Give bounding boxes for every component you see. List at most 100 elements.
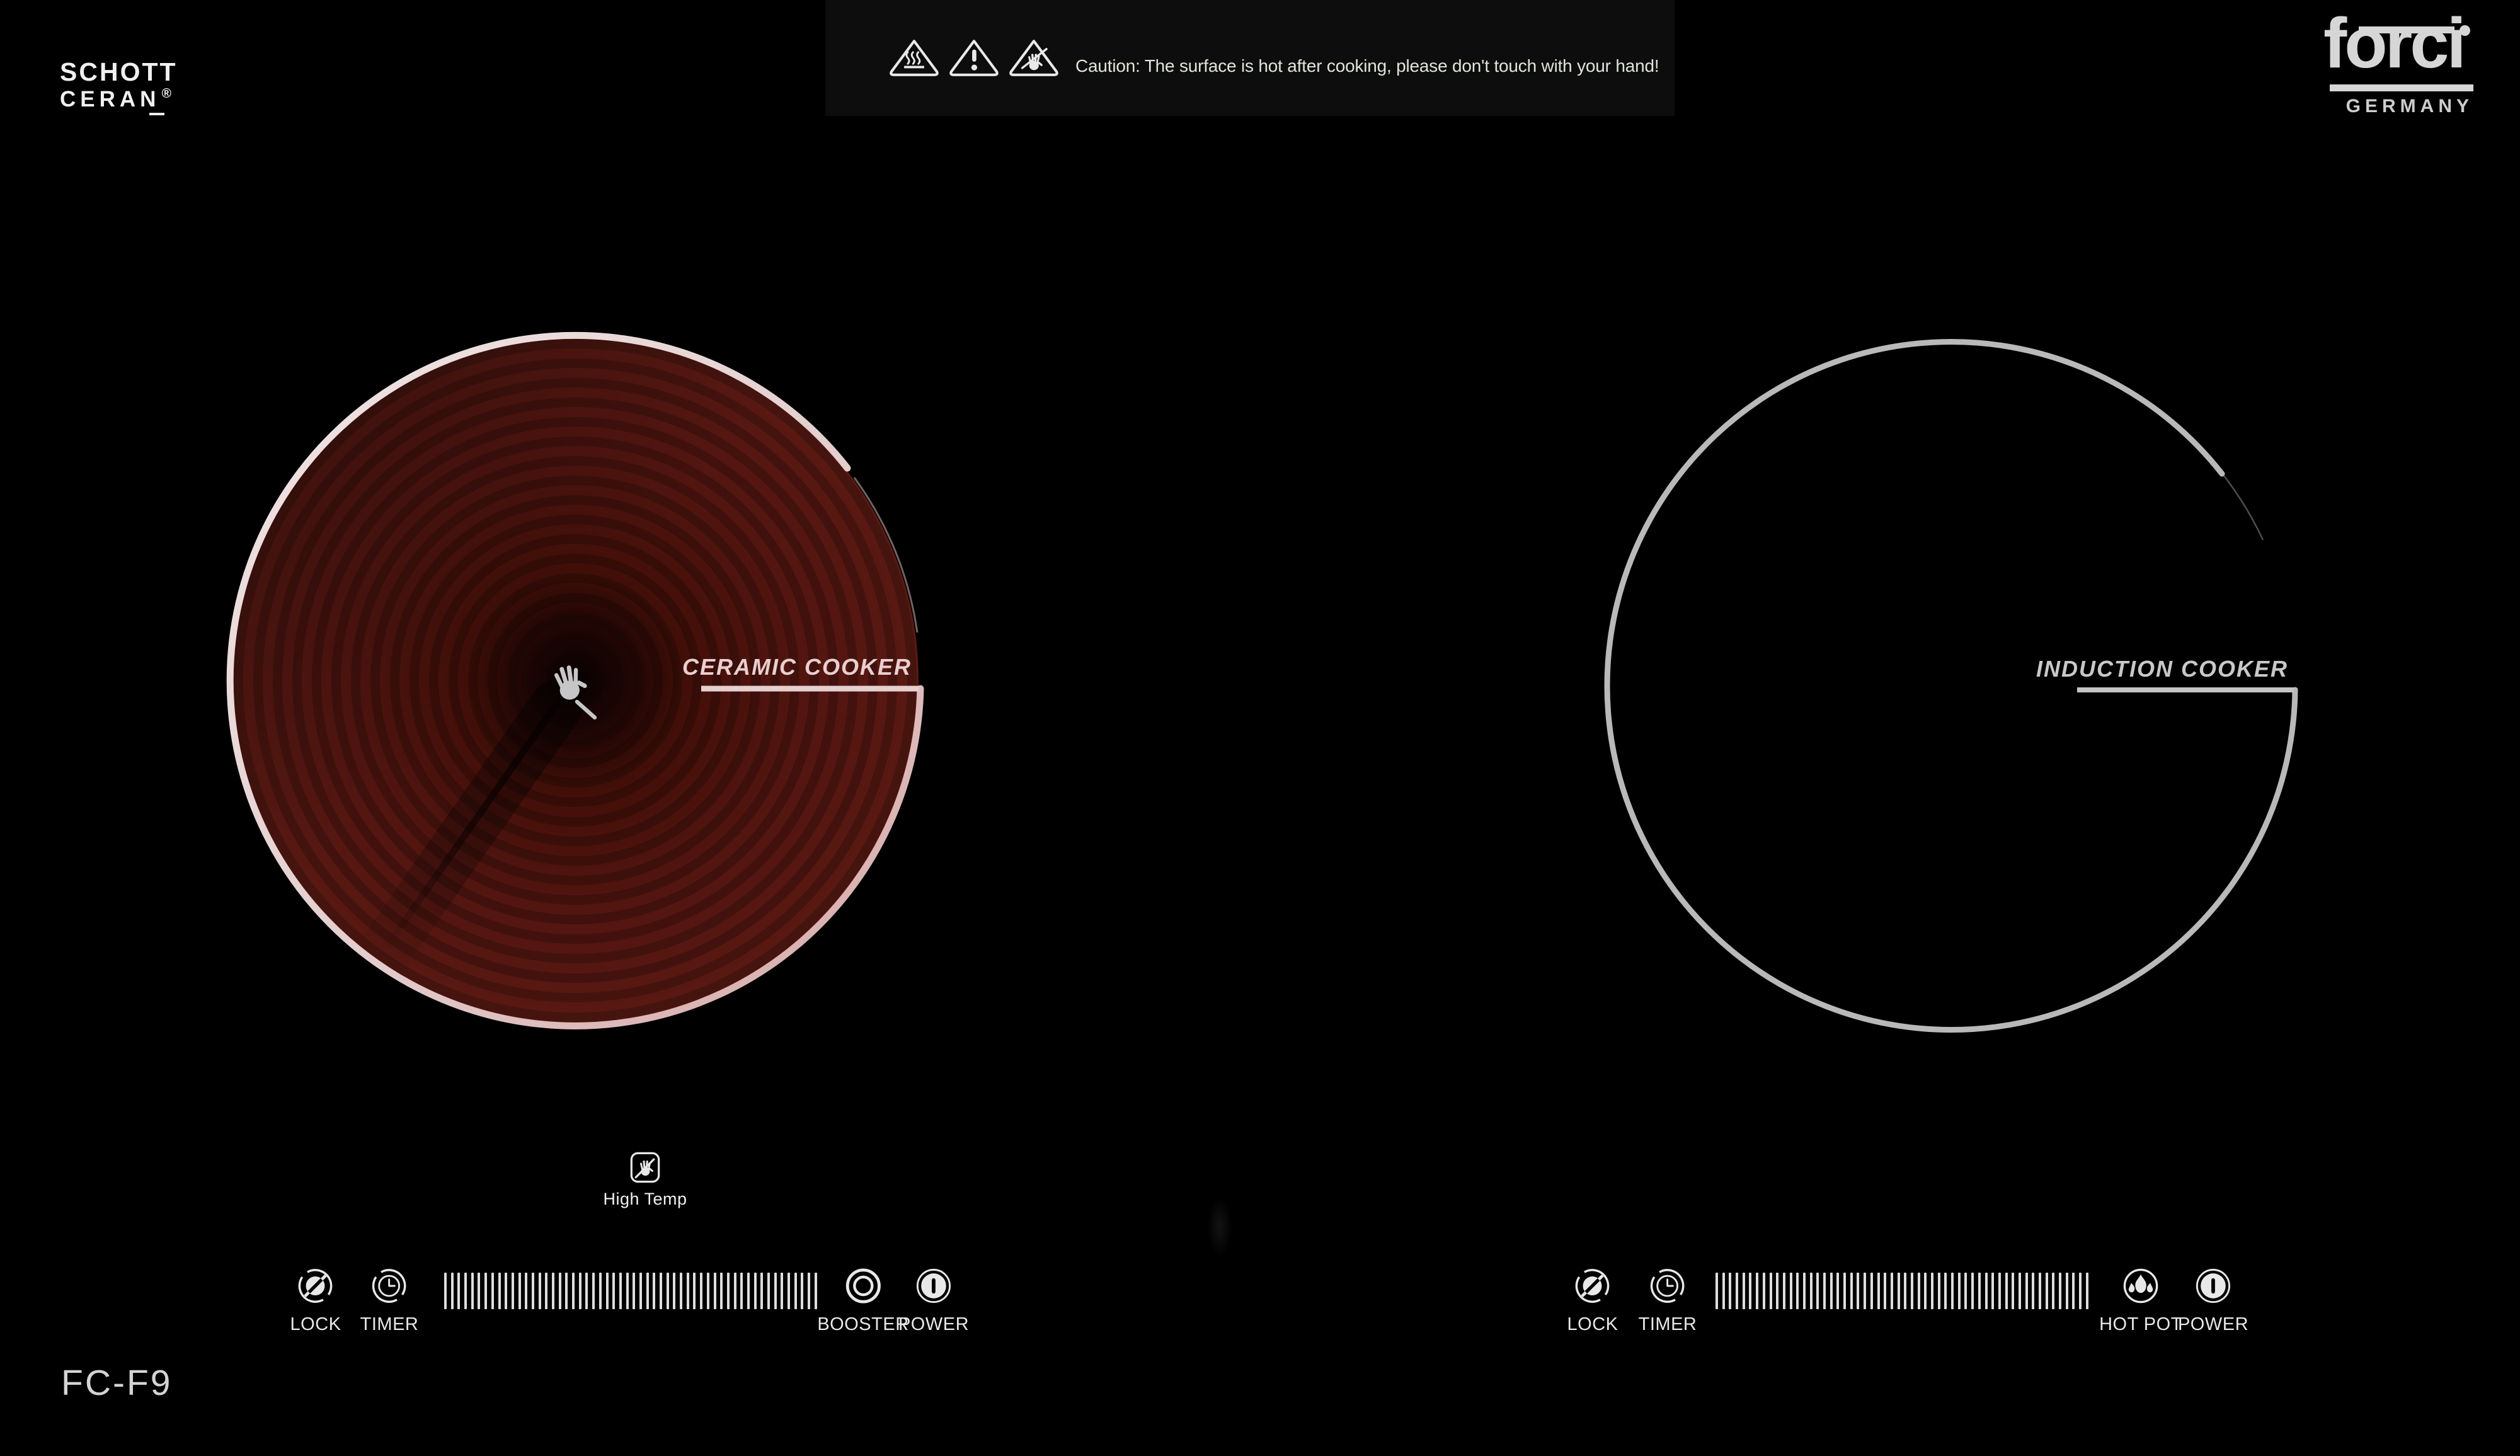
slider-tick [572, 1273, 575, 1309]
slider-tick [2019, 1273, 2021, 1309]
slider-tick [579, 1273, 581, 1309]
power-icon [915, 1268, 952, 1304]
induction-ring-fade [2224, 476, 2263, 540]
slider-tick [1911, 1273, 1913, 1309]
slider-tick [1904, 1273, 1906, 1309]
slider-tick [1743, 1273, 1745, 1309]
right-timer-button[interactable]: TIMER [1639, 1268, 1697, 1335]
slider-tick [1891, 1273, 1893, 1309]
slider-tick [585, 1273, 588, 1309]
right-hotpot-button[interactable]: HOT POT [2099, 1268, 2182, 1335]
left-timer-button[interactable]: TIMER [360, 1268, 419, 1335]
slider-tick [2086, 1273, 2088, 1309]
slider-tick [478, 1273, 480, 1309]
slider-tick [1978, 1273, 1981, 1309]
slider-tick [498, 1273, 501, 1309]
slider-tick [505, 1273, 507, 1309]
high-temp-indicator: High Temp [601, 1152, 689, 1209]
slider-tick [1803, 1273, 1806, 1309]
slider-tick [1783, 1273, 1785, 1309]
burner-rings [0, 0, 2520, 1456]
left-power-slider[interactable] [444, 1273, 817, 1309]
slider-tick [1763, 1273, 1765, 1309]
slider-tick [767, 1273, 770, 1309]
right-power-button[interactable]: POWER [2178, 1268, 2248, 1335]
slider-tick [2072, 1273, 2075, 1309]
slider-tick [1790, 1273, 1792, 1309]
slider-tick [451, 1273, 454, 1309]
right-lock-label: LOCK [1567, 1314, 1618, 1335]
left-power-label: POWER [898, 1314, 969, 1335]
slider-tick [1796, 1273, 1799, 1309]
slider-tick [1736, 1273, 1738, 1309]
lock-icon [297, 1268, 334, 1304]
left-timer-label: TIMER [360, 1314, 419, 1335]
slider-tick [774, 1273, 777, 1309]
slider-tick [687, 1273, 689, 1309]
timer-icon [1649, 1268, 1686, 1304]
slider-tick [1951, 1273, 1954, 1309]
slider-tick [1944, 1273, 1947, 1309]
slider-tick [788, 1273, 790, 1309]
slider-tick [794, 1273, 797, 1309]
ceramic-ring-fade [854, 478, 917, 633]
slider-tick [2066, 1273, 2068, 1309]
slider-tick [727, 1273, 730, 1309]
slider-tick [525, 1273, 527, 1309]
power-icon [2195, 1268, 2231, 1304]
left-booster-button[interactable]: BOOSTER [817, 1268, 908, 1335]
right-lock-button[interactable]: LOCK [1567, 1268, 1618, 1335]
slider-tick [1998, 1273, 2001, 1309]
slider-tick [1816, 1273, 1819, 1309]
slider-tick [646, 1273, 649, 1309]
slider-tick [2032, 1273, 2034, 1309]
slider-tick [1810, 1273, 1813, 1309]
right-power-slider[interactable] [1715, 1273, 2088, 1309]
slider-tick [1877, 1273, 1880, 1309]
slider-tick [720, 1273, 723, 1309]
induction-ring [1607, 342, 2295, 1030]
left-lock-button[interactable]: LOCK [290, 1268, 341, 1335]
slider-tick [633, 1273, 635, 1309]
slider-tick [626, 1273, 629, 1309]
slider-tick [1830, 1273, 1833, 1309]
slider-tick [1756, 1273, 1758, 1309]
slider-tick [457, 1273, 460, 1309]
slider-tick [2052, 1273, 2054, 1309]
slider-tick [1964, 1273, 1967, 1309]
slider-tick [1715, 1273, 1718, 1309]
slider-tick [707, 1273, 709, 1309]
slider-tick [559, 1273, 561, 1309]
ceramic-cooker-label: CERAMIC COOKER [682, 656, 912, 679]
slider-tick [518, 1273, 521, 1309]
slider-tick [1836, 1273, 1839, 1309]
slider-tick [760, 1273, 763, 1309]
slider-tick [1850, 1273, 1853, 1309]
slider-tick [1884, 1273, 1886, 1309]
slider-tick [680, 1273, 682, 1309]
timer-icon [371, 1268, 408, 1304]
slider-tick [1971, 1273, 1974, 1309]
slider-tick [653, 1273, 655, 1309]
slider-tick [815, 1273, 817, 1309]
slider-tick [1729, 1273, 1731, 1309]
slider-tick [2046, 1273, 2048, 1309]
slider-tick [1823, 1273, 1826, 1309]
slider-tick [491, 1273, 494, 1309]
slider-tick [801, 1273, 803, 1309]
slider-tick [2005, 1273, 2008, 1309]
slider-tick [1722, 1273, 1725, 1309]
slider-tick [1918, 1273, 1920, 1309]
slider-tick [599, 1273, 602, 1309]
slider-tick [532, 1273, 534, 1309]
booster-icon [845, 1268, 881, 1304]
slider-tick [808, 1273, 810, 1309]
slider-tick [2025, 1273, 2028, 1309]
slider-tick [1898, 1273, 1900, 1309]
left-power-button[interactable]: POWER [898, 1268, 969, 1335]
hand-slash [577, 702, 595, 718]
left-lock-label: LOCK [290, 1314, 341, 1335]
slider-tick [700, 1273, 702, 1309]
slider-tick [673, 1273, 675, 1309]
high-temp-icon [630, 1152, 660, 1183]
